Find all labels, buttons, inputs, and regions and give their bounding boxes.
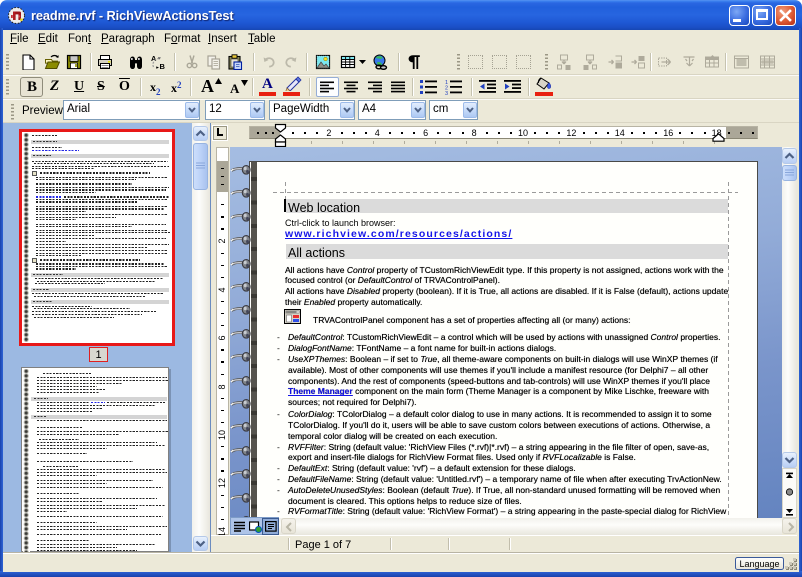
svg-text:B: B xyxy=(160,62,166,70)
svg-text:A: A xyxy=(151,54,157,63)
svg-text:3: 3 xyxy=(445,91,448,95)
